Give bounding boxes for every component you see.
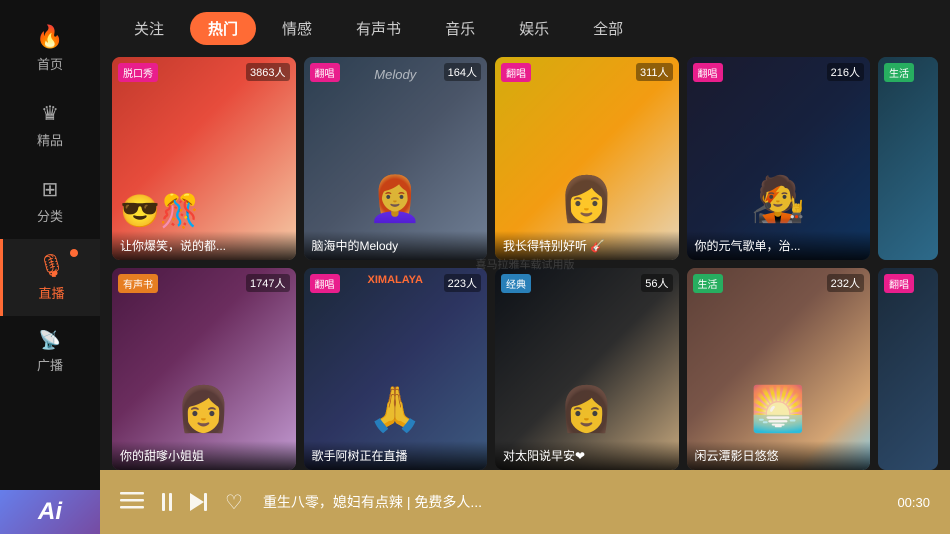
ai-section: Ai bbox=[0, 454, 100, 534]
grid-icon: ⊞ bbox=[42, 177, 59, 202]
card-4-badge: 翻唱 bbox=[693, 63, 723, 82]
tab-hot[interactable]: 热门 bbox=[190, 12, 256, 45]
card-1-count: 3863人 bbox=[246, 63, 289, 81]
card-7-title: 对太阳说早安❤ bbox=[495, 441, 679, 470]
card-6-figure: 🙏 bbox=[368, 383, 423, 435]
tab-follow[interactable]: 关注 bbox=[116, 12, 182, 45]
player-bar: ♡ 重生八零，媳妇有点辣 | 免费多人... 00:30 bbox=[100, 470, 950, 534]
card-1-emoji: 😎🎊 bbox=[120, 192, 200, 230]
card-7-badge: 经典 bbox=[501, 274, 531, 293]
card-5[interactable]: 有声书 1747人 👩 你的甜嗲小姐姐 bbox=[112, 268, 296, 471]
card-6[interactable]: 翻唱 223人 XIMALAYA 🙏 歌手阿树正在直播 bbox=[304, 268, 488, 471]
card-6-ximalaya: XIMALAYA bbox=[368, 274, 423, 286]
sidebar-label-broadcast: 广播 bbox=[37, 355, 63, 374]
sidebar-label-home: 首页 bbox=[37, 54, 63, 73]
tab-audiobook[interactable]: 有声书 bbox=[338, 12, 419, 45]
sidebar-label-categories: 分类 bbox=[37, 206, 63, 225]
pause-bar-left bbox=[162, 493, 165, 511]
card-1-title: 让你爆笑，说的都... bbox=[112, 231, 296, 260]
next-button[interactable] bbox=[190, 493, 207, 511]
player-controls: ♡ bbox=[120, 490, 243, 515]
sidebar-item-broadcast[interactable]: 📡 广播 bbox=[0, 316, 100, 388]
tab-entertainment[interactable]: 娱乐 bbox=[501, 12, 567, 45]
card-7-figure: 👩 bbox=[559, 383, 614, 435]
card-8-figure: 🌅 bbox=[751, 383, 806, 435]
card-2-melody-text: Melody bbox=[374, 67, 416, 82]
player-title: 重生八零，媳妇有点辣 | 免费多人... bbox=[263, 492, 878, 512]
sidebar-label-premium: 精品 bbox=[37, 130, 63, 149]
card-partial-top[interactable]: 生活 bbox=[878, 57, 938, 260]
card-3-title: 我长得特别好听 🎸 bbox=[495, 231, 679, 260]
card-4-figure: 🧑‍🎤 bbox=[751, 173, 806, 225]
live-indicator bbox=[70, 249, 78, 257]
card-6-badge: 翻唱 bbox=[310, 274, 340, 293]
sidebar-item-live[interactable]: 🎙 直播 bbox=[0, 239, 100, 316]
flame-icon: 🔥 bbox=[36, 24, 63, 50]
card-3-figure: 👩 bbox=[559, 173, 614, 225]
sidebar-item-home[interactable]: 🔥 首页 bbox=[0, 10, 100, 87]
card-2-badge: 翻唱 bbox=[310, 63, 340, 82]
card-1-badge: 脱口秀 bbox=[118, 63, 158, 82]
card-2-count: 164人 bbox=[444, 63, 481, 81]
broadcast-icon: 📡 bbox=[39, 330, 61, 351]
card-4-title: 你的元气歌单，治... bbox=[687, 231, 871, 260]
card-3-badge: 翻唱 bbox=[501, 63, 531, 82]
player-time: 00:30 bbox=[897, 495, 930, 510]
card-6-count: 223人 bbox=[444, 274, 481, 292]
card-5-title: 你的甜嗲小姐姐 bbox=[112, 441, 296, 470]
card-grid: 喜马拉雅车载试用版 脱口秀 3863人 😎🎊 让你爆笑，说的都... 翻唱 16… bbox=[100, 57, 950, 470]
card-6-title: 歌手阿树正在直播 bbox=[304, 441, 488, 470]
pause-button[interactable] bbox=[162, 493, 172, 511]
card-8-badge: 生活 bbox=[693, 274, 723, 293]
crown-icon: ♛ bbox=[41, 101, 59, 126]
tab-emotion[interactable]: 情感 bbox=[264, 12, 330, 45]
card-2-figure: 👩‍🦰 bbox=[368, 173, 423, 225]
card-5-badge: 有声书 bbox=[118, 274, 158, 293]
card-4-count: 216人 bbox=[827, 63, 864, 81]
mic-icon: 🎙 bbox=[38, 253, 66, 279]
tab-all[interactable]: 全部 bbox=[575, 12, 641, 45]
sidebar: 🔥 首页 ♛ 精品 ⊞ 分类 🎙 直播 📡 广播 Ai bbox=[0, 0, 100, 534]
main-content: 关注 热门 情感 有声书 音乐 娱乐 全部 喜马拉雅车载试用版 脱口秀 3863… bbox=[100, 0, 950, 534]
sidebar-item-categories[interactable]: ⊞ 分类 bbox=[0, 163, 100, 239]
card-2[interactable]: 翻唱 164人 Melody 👩‍🦰 脑海中的Melody bbox=[304, 57, 488, 260]
card-partial-bottom-badge: 翻唱 bbox=[884, 274, 914, 293]
card-7-count: 56人 bbox=[641, 274, 672, 292]
favorite-button[interactable]: ♡ bbox=[225, 490, 243, 515]
card-partial-bottom[interactable]: 翻唱 bbox=[878, 268, 938, 471]
card-3-count: 311人 bbox=[636, 63, 673, 81]
card-1[interactable]: 脱口秀 3863人 😎🎊 让你爆笑，说的都... bbox=[112, 57, 296, 260]
sidebar-item-premium[interactable]: ♛ 精品 bbox=[0, 87, 100, 163]
tab-bar: 关注 热门 情感 有声书 音乐 娱乐 全部 bbox=[100, 0, 950, 57]
card-3[interactable]: 翻唱 311人 👩 我长得特别好听 🎸 bbox=[495, 57, 679, 260]
card-4[interactable]: 翻唱 216人 🧑‍🎤 你的元气歌单，治... bbox=[687, 57, 871, 260]
card-7[interactable]: 经典 56人 👩 对太阳说早安❤ bbox=[495, 268, 679, 471]
pause-bar-right bbox=[169, 493, 172, 511]
tab-music[interactable]: 音乐 bbox=[427, 12, 493, 45]
sidebar-label-live: 直播 bbox=[38, 283, 64, 302]
playlist-icon bbox=[120, 490, 144, 510]
ai-badge[interactable]: Ai bbox=[0, 490, 100, 534]
card-8[interactable]: 生活 232人 🌅 闲云潭影日悠悠 bbox=[687, 268, 871, 471]
card-5-figure: 👩 bbox=[176, 383, 231, 435]
card-partial-top-badge: 生活 bbox=[884, 63, 914, 82]
playlist-button[interactable] bbox=[120, 490, 144, 515]
card-5-count: 1747人 bbox=[246, 274, 289, 292]
card-2-title: 脑海中的Melody bbox=[304, 231, 488, 260]
card-8-title: 闲云潭影日悠悠 bbox=[687, 441, 871, 470]
card-8-count: 232人 bbox=[827, 274, 864, 292]
